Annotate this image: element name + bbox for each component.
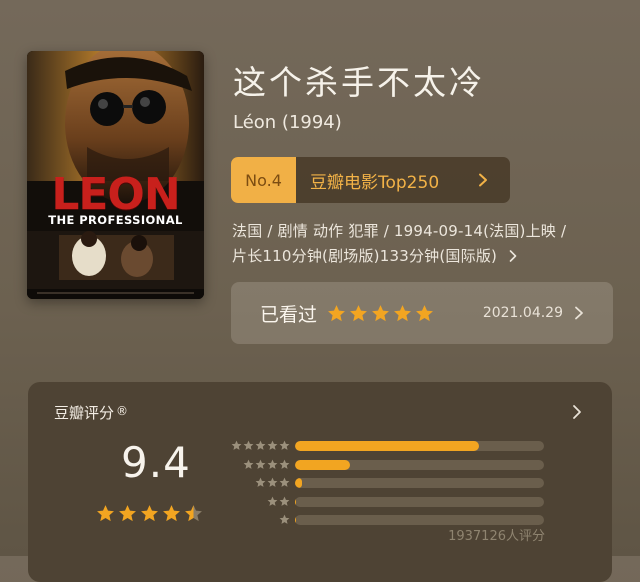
rank-list-name: 豆瓣电影Top250 xyxy=(296,157,476,203)
star-icon xyxy=(267,477,278,488)
rating-score-stars xyxy=(96,504,203,523)
star-icon xyxy=(279,477,290,488)
rating-distribution xyxy=(220,438,560,531)
star-icon xyxy=(267,440,278,451)
distribution-bar-track xyxy=(295,478,544,488)
distribution-star-label xyxy=(279,514,290,525)
star-icon xyxy=(243,440,254,451)
distribution-bar-fill xyxy=(295,441,479,451)
movie-title: 这个杀手不太冷 xyxy=(233,56,485,104)
rating-score: 9.4 xyxy=(121,438,191,487)
star-icon xyxy=(255,477,266,488)
star-icon xyxy=(349,304,368,323)
rating-distribution-row xyxy=(220,457,560,475)
distribution-bar-track xyxy=(295,497,544,507)
distribution-bar-track xyxy=(295,441,544,451)
distribution-star-label xyxy=(243,459,290,470)
my-watched-status-card[interactable]: 已看过 2021.04.29 xyxy=(231,282,613,344)
rating-distribution-row xyxy=(220,438,560,456)
rating-heading-text: 豆瓣评分 xyxy=(54,404,114,422)
star-icon xyxy=(393,304,412,323)
distribution-bar-track xyxy=(295,460,544,470)
distribution-bar-fill xyxy=(295,460,350,470)
star-icon xyxy=(415,304,434,323)
chevron-right-icon xyxy=(508,250,518,262)
rating-distribution-row xyxy=(220,475,560,493)
movie-original-title: Léon (1994) xyxy=(233,112,342,133)
distribution-star-label xyxy=(255,477,290,488)
rating-count: 1937126人评分 xyxy=(448,525,545,544)
poster-title: LEON xyxy=(27,173,204,217)
distribution-bar-fill xyxy=(295,478,302,488)
star-icon xyxy=(162,504,181,523)
rating-heading: 豆瓣评分® xyxy=(54,402,128,423)
star-icon xyxy=(140,504,159,523)
douban-rating-card[interactable]: 豆瓣评分® 9.4 1937126人评分 xyxy=(28,382,612,582)
star-icon xyxy=(184,504,203,523)
movie-info-more[interactable]: 片长110分钟(剧场版)133分钟(国际版) xyxy=(232,245,518,266)
star-icon xyxy=(279,440,290,451)
star-icon xyxy=(327,304,346,323)
registered-mark: ® xyxy=(116,404,128,418)
distribution-bar-fill xyxy=(295,497,296,507)
star-icon xyxy=(255,459,266,470)
star-icon xyxy=(267,496,278,507)
chevron-right-icon xyxy=(571,404,583,420)
rank-number-badge: No.4 xyxy=(231,157,296,203)
star-icon xyxy=(267,459,278,470)
distribution-star-label xyxy=(231,440,290,451)
chevron-right-icon xyxy=(573,306,585,320)
watched-status-label: 已看过 xyxy=(260,300,317,327)
star-icon xyxy=(279,459,290,470)
top250-ranking-button[interactable]: No.4 豆瓣电影Top250 xyxy=(231,157,510,203)
movie-poster[interactable]: LEON THE PROFESSIONAL xyxy=(27,51,204,299)
chevron-right-icon xyxy=(476,173,490,187)
my-rating-stars xyxy=(327,304,434,323)
movie-info-line: 法国 / 剧情 动作 犯罪 / 1994-09-14(法国)上映 / xyxy=(232,220,566,241)
watched-date: 2021.04.29 xyxy=(483,305,563,321)
star-icon xyxy=(279,514,290,525)
star-icon xyxy=(231,440,242,451)
star-icon xyxy=(243,459,254,470)
rating-distribution-row xyxy=(220,494,560,512)
star-icon xyxy=(371,304,390,323)
star-icon xyxy=(255,440,266,451)
star-icon xyxy=(96,504,115,523)
distribution-star-label xyxy=(267,496,290,507)
star-icon xyxy=(279,496,290,507)
poster-subtitle: THE PROFESSIONAL xyxy=(27,213,204,227)
star-icon xyxy=(118,504,137,523)
distribution-bar-track xyxy=(295,515,544,525)
movie-runtime-text: 片长110分钟(剧场版)133分钟(国际版) xyxy=(232,247,497,265)
